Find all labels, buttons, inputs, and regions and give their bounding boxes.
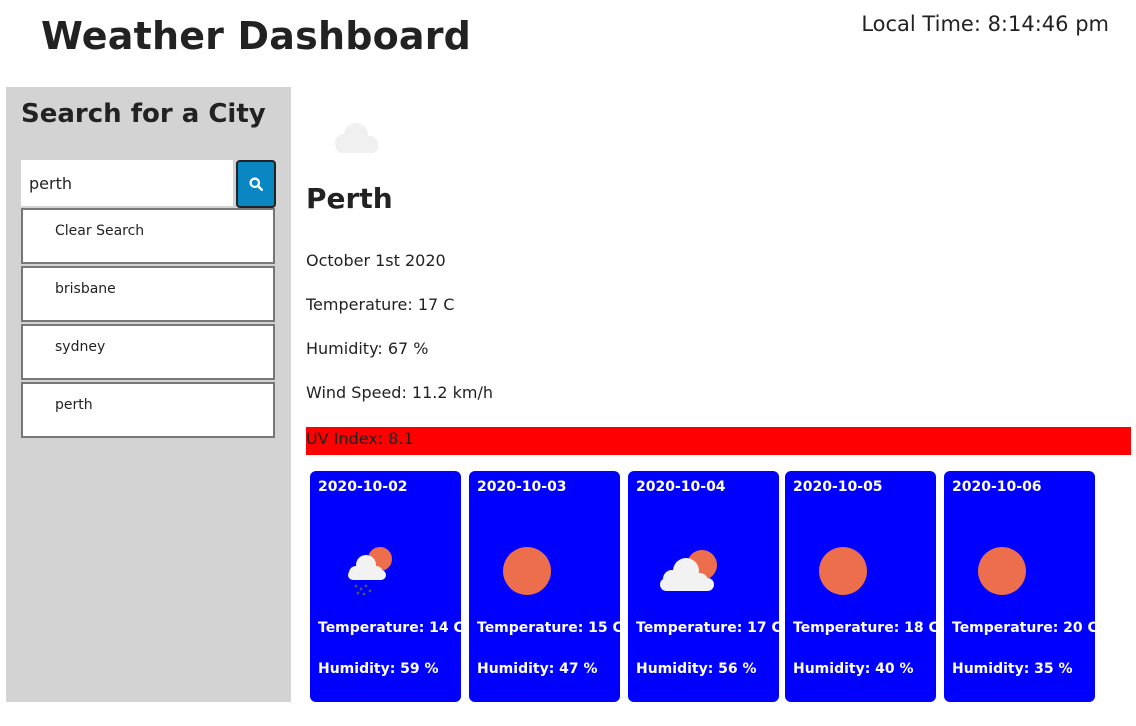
current-date: October 1st 2020 (306, 251, 446, 270)
rain-cloud-sun-icon (348, 547, 392, 596)
forecast-humidity: Humidity: 40 % (793, 661, 914, 677)
current-wind-speed: Wind Speed: 11.2 km/h (306, 383, 494, 402)
history-item-brisbane[interactable]: brisbane (21, 266, 275, 322)
uv-index-bar: UV Index: 8.1 (306, 427, 1131, 455)
search-history-list: Clear Search brisbane sydney perth (21, 208, 275, 440)
sun-icon (503, 547, 551, 595)
forecast-card: 2020-10-06 Temperature: 20 C Humidity: 3… (944, 471, 1098, 702)
cloud-icon (335, 123, 378, 153)
page-title: Weather Dashboard (41, 14, 472, 58)
forecast-humidity: Humidity: 35 % (952, 661, 1073, 677)
forecast-card: 2020-10-05 Temperature: 18 C Humidity: 4… (785, 471, 939, 702)
search-button[interactable] (236, 160, 276, 208)
forecast-card: 2020-10-04 Temperature: 17 C Humidity: 5… (628, 471, 782, 702)
forecast-temperature: Temperature: 15 C (477, 620, 623, 636)
forecast-temperature: Temperature: 17 C (636, 620, 782, 636)
forecast-date: 2020-10-02 (318, 479, 408, 495)
forecast-card: 2020-10-03 Temperature: 15 C Humidity: 4… (469, 471, 623, 702)
current-weather: Perth October 1st 2020 Temperature: 17 C… (306, 87, 1131, 707)
history-item-sydney[interactable]: sydney (21, 324, 275, 380)
city-name: Perth (306, 182, 393, 215)
forecast-date: 2020-10-06 (952, 479, 1042, 495)
forecast-date: 2020-10-04 (636, 479, 726, 495)
forecast-card: 2020-10-02 Temperature: 14 C Humidity: 5… (310, 471, 464, 702)
forecast-humidity: Humidity: 47 % (477, 661, 598, 677)
sun-icon (978, 547, 1026, 595)
search-input[interactable] (21, 160, 233, 206)
sun-icon (819, 547, 867, 595)
forecast-temperature: Temperature: 18 C (793, 620, 939, 636)
local-time: Local Time: 8:14:46 pm (861, 12, 1109, 36)
current-temperature: Temperature: 17 C (306, 295, 455, 314)
forecast-humidity: Humidity: 56 % (636, 661, 757, 677)
forecast-temperature: Temperature: 14 C (318, 620, 464, 636)
history-item-perth[interactable]: perth (21, 382, 275, 438)
forecast-date: 2020-10-03 (477, 479, 567, 495)
forecast-temperature: Temperature: 20 C (952, 620, 1098, 636)
cloud-sun-icon (660, 550, 717, 591)
sidebar-title: Search for a City (21, 99, 266, 129)
forecast-date: 2020-10-05 (793, 479, 883, 495)
forecast-humidity: Humidity: 59 % (318, 661, 439, 677)
sidebar: Search for a City Clear Search brisbane … (6, 87, 291, 702)
current-humidity: Humidity: 67 % (306, 339, 429, 358)
search-icon (249, 177, 263, 191)
clear-search-button[interactable]: Clear Search (21, 208, 275, 264)
